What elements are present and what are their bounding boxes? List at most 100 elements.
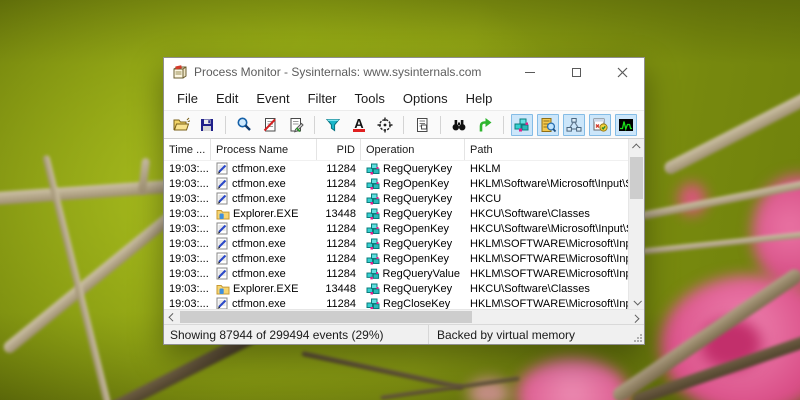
cell-process: ctfmon.exe bbox=[211, 222, 317, 235]
save-icon bbox=[198, 116, 216, 134]
cell-time: 19:03:... bbox=[164, 178, 211, 190]
table-row[interactable]: 19:03:... ctfmon.exe 11284 RegQueryValue… bbox=[164, 266, 628, 281]
show-registry-toggle[interactable] bbox=[511, 114, 533, 136]
event-rows: 19:03:... ctfmon.exe 11284 RegQueryKey H… bbox=[164, 161, 628, 309]
cell-path: HKLM bbox=[465, 163, 628, 175]
cell-operation: RegCloseKey bbox=[361, 298, 465, 310]
cell-path: HKLM\SOFTWARE\Microsoft\Input\S bbox=[465, 268, 628, 280]
cell-time: 19:03:... bbox=[164, 238, 211, 250]
table-row[interactable]: 19:03:... ctfmon.exe 11284 RegQueryKey H… bbox=[164, 161, 628, 176]
cell-time: 19:03:... bbox=[164, 298, 211, 310]
registry-activity-icon bbox=[513, 116, 531, 134]
ctfmon-icon bbox=[216, 222, 229, 235]
column-header-pid[interactable]: PID bbox=[317, 139, 361, 160]
cell-path: HKCU bbox=[465, 193, 628, 205]
show-profiling-toggle[interactable] bbox=[615, 114, 637, 136]
registry-icon bbox=[366, 193, 380, 205]
highlight-icon: A bbox=[353, 118, 364, 132]
resize-grip[interactable] bbox=[633, 333, 642, 342]
menu-bar: File Edit Event Filter Tools Options Hel… bbox=[164, 86, 644, 110]
table-row[interactable]: 19:03:... Explorer.EXE 13448 RegQueryKey… bbox=[164, 281, 628, 296]
cell-pid: 11284 bbox=[317, 268, 361, 280]
autoscroll-button[interactable] bbox=[259, 114, 281, 136]
scroll-up-button[interactable] bbox=[629, 139, 644, 154]
table-row[interactable]: 19:03:... ctfmon.exe 11284 RegOpenKey HK… bbox=[164, 221, 628, 236]
table-row[interactable]: 19:03:... ctfmon.exe 11284 RegOpenKey HK… bbox=[164, 176, 628, 191]
cell-time: 19:03:... bbox=[164, 223, 211, 235]
column-header-path[interactable]: Path bbox=[465, 139, 644, 160]
cell-path: HKCU\Software\Classes bbox=[465, 208, 628, 220]
menu-filter[interactable]: Filter bbox=[299, 88, 346, 109]
horizontal-scroll-thumb[interactable] bbox=[180, 311, 472, 323]
find-button[interactable] bbox=[448, 114, 470, 136]
minimize-icon bbox=[525, 72, 535, 73]
cell-operation: RegOpenKey bbox=[361, 223, 465, 235]
menu-edit[interactable]: Edit bbox=[207, 88, 247, 109]
cell-process: ctfmon.exe bbox=[211, 177, 317, 190]
show-process-toggle[interactable] bbox=[589, 114, 611, 136]
explorer-icon bbox=[216, 283, 230, 295]
highlight-button[interactable]: A bbox=[348, 114, 370, 136]
cell-path: HKCU\Software\Microsoft\Input\Set bbox=[465, 223, 628, 235]
registry-icon bbox=[366, 253, 380, 265]
scroll-left-button[interactable] bbox=[164, 310, 180, 324]
vertical-scrollbar[interactable] bbox=[628, 139, 644, 309]
cell-operation: RegQueryKey bbox=[361, 163, 465, 175]
cell-process: ctfmon.exe bbox=[211, 252, 317, 265]
menu-event[interactable]: Event bbox=[247, 88, 298, 109]
vertical-scroll-thumb[interactable] bbox=[630, 157, 643, 199]
event-list: Time ... Process Name PID Operation Path… bbox=[164, 139, 644, 324]
cell-pid: 13448 bbox=[317, 208, 361, 220]
include-process-button[interactable] bbox=[374, 114, 396, 136]
menu-file[interactable]: File bbox=[168, 88, 207, 109]
toolbar-separator bbox=[225, 116, 226, 134]
table-row[interactable]: 19:03:... ctfmon.exe 11284 RegQueryKey H… bbox=[164, 191, 628, 206]
table-row[interactable]: 19:03:... ctfmon.exe 11284 RegQueryKey H… bbox=[164, 236, 628, 251]
filter-button[interactable] bbox=[322, 114, 344, 136]
cell-time: 19:03:... bbox=[164, 283, 211, 295]
clear-button[interactable] bbox=[285, 114, 307, 136]
table-row[interactable]: 19:03:... Explorer.EXE 13448 RegQueryKey… bbox=[164, 206, 628, 221]
magnifier-icon bbox=[235, 116, 253, 134]
toolbar-separator bbox=[503, 116, 504, 134]
table-row[interactable]: 19:03:... ctfmon.exe 11284 RegCloseKey H… bbox=[164, 296, 628, 309]
cell-operation: RegOpenKey bbox=[361, 178, 465, 190]
open-button[interactable] bbox=[170, 114, 192, 136]
registry-icon bbox=[366, 238, 380, 250]
show-network-toggle[interactable] bbox=[563, 114, 585, 136]
show-filesystem-toggle[interactable] bbox=[537, 114, 559, 136]
column-header-process-name[interactable]: Process Name bbox=[211, 139, 317, 160]
menu-tools[interactable]: Tools bbox=[346, 88, 394, 109]
scroll-right-button[interactable] bbox=[628, 310, 644, 324]
cell-time: 19:03:... bbox=[164, 268, 211, 280]
ctfmon-icon bbox=[216, 252, 229, 265]
save-button[interactable] bbox=[196, 114, 218, 136]
cell-path: HKLM\SOFTWARE\Microsoft\Input\S bbox=[465, 298, 628, 310]
table-row[interactable]: 19:03:... ctfmon.exe 11284 RegOpenKey HK… bbox=[164, 251, 628, 266]
toolbar-separator bbox=[314, 116, 315, 134]
close-button[interactable] bbox=[614, 64, 630, 80]
properties-icon bbox=[413, 116, 431, 134]
menu-options[interactable]: Options bbox=[394, 88, 457, 109]
event-properties-button[interactable] bbox=[411, 114, 433, 136]
minimize-button[interactable] bbox=[522, 64, 538, 80]
scroll-down-button[interactable] bbox=[629, 294, 644, 309]
procmon-app-icon bbox=[172, 64, 188, 80]
cell-process: ctfmon.exe bbox=[211, 297, 317, 309]
capture-button[interactable] bbox=[233, 114, 255, 136]
column-header-time[interactable]: Time ... bbox=[164, 139, 211, 160]
cell-operation: RegQueryValue bbox=[361, 268, 465, 280]
filesystem-activity-icon bbox=[539, 116, 557, 134]
menu-help[interactable]: Help bbox=[457, 88, 502, 109]
column-header-operation[interactable]: Operation bbox=[361, 139, 465, 160]
jump-to-button[interactable] bbox=[474, 114, 496, 136]
cell-path: HKLM\SOFTWARE\Microsoft\Input\S bbox=[465, 253, 628, 265]
chevron-down-icon bbox=[633, 297, 641, 305]
title-bar[interactable]: Process Monitor - Sysinternals: www.sysi… bbox=[164, 58, 644, 86]
registry-icon bbox=[366, 298, 380, 310]
horizontal-scrollbar[interactable] bbox=[164, 309, 644, 324]
maximize-button[interactable] bbox=[568, 64, 584, 80]
branch bbox=[301, 351, 463, 390]
cell-process: ctfmon.exe bbox=[211, 267, 317, 280]
cell-pid: 11284 bbox=[317, 298, 361, 310]
